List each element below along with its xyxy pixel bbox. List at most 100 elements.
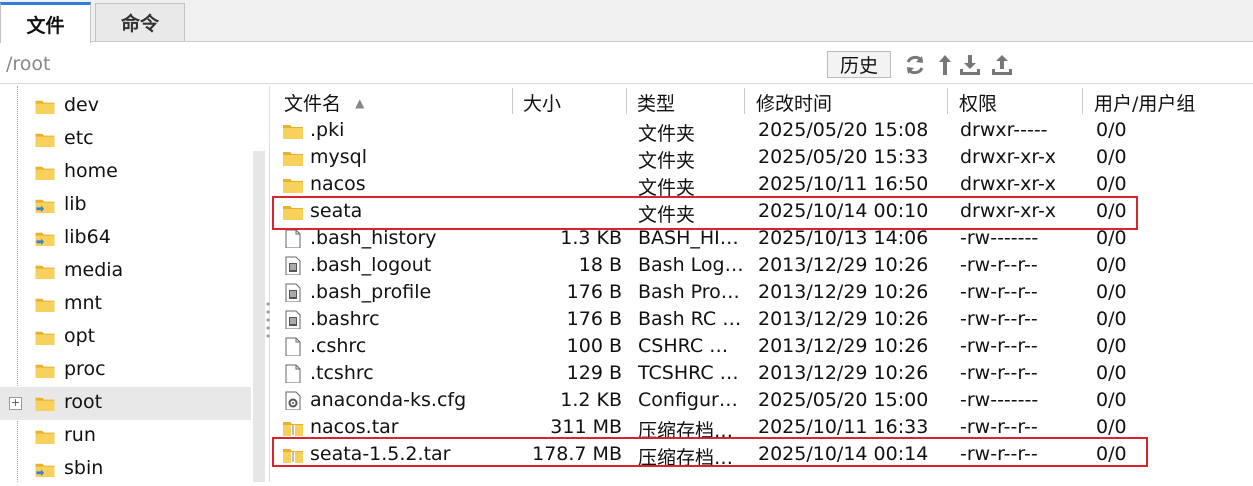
file-row[interactable]: .bashrc 176 B Bash RC … 2013/12/29 10:26 -rw… (274, 306, 1253, 333)
column-header-modified[interactable]: 修改时间 (756, 89, 832, 117)
file-row[interactable]: .tcshrc 129 B TCSHRC … 2013/12/29 10:26 -rw-… (274, 360, 1253, 387)
tree-item-label: opt (64, 325, 96, 347)
expand-icon[interactable]: + (9, 397, 22, 410)
highlight-box-seata-tar (272, 437, 1148, 467)
folder-icon (35, 397, 55, 412)
up-directory-icon[interactable] (933, 53, 957, 77)
cell-modified: 2025/05/20 15:08 (758, 119, 929, 141)
column-header-permissions[interactable]: 权限 (959, 89, 997, 117)
cell-type: TCSHRC … (638, 362, 739, 384)
file-row[interactable]: mysql 文件夹 2025/05/20 15:33 drwxr-xr-x 0/0 (274, 144, 1253, 172)
file-row[interactable]: anaconda-ks.cfg 1.2 KB Configur… 2025/05/20… (274, 387, 1253, 414)
download-icon[interactable] (958, 53, 982, 77)
cell-name: mysql (310, 146, 367, 168)
history-button[interactable]: 历史 (827, 51, 891, 78)
cell-permissions: drwxr-xr-x (960, 173, 1057, 195)
file-row[interactable]: nacos 文件夹 2025/10/11 16:50 drwxr-xr-x 0/0 (274, 171, 1253, 199)
cell-owner: 0/0 (1096, 119, 1127, 141)
file-row[interactable]: .bash_profile 176 B Bash Pro… 2013/12/29 10… (274, 279, 1253, 306)
cell-modified: 2013/12/29 10:26 (758, 335, 929, 357)
tree-scrollbar[interactable] (253, 151, 265, 482)
column-separator[interactable] (1082, 88, 1083, 114)
cell-permissions: drwxr----- (960, 119, 1048, 141)
cell-permissions: drwxr-xr-x (960, 146, 1057, 168)
cell-size: 100 B (566, 335, 622, 357)
tree-item-root[interactable]: + root (0, 387, 251, 420)
tree-item-etc[interactable]: etc (0, 123, 251, 156)
tree-item-dev[interactable]: dev (0, 90, 251, 123)
tree-item-lib64[interactable]: lib64 (0, 222, 251, 255)
tree-item-home[interactable]: home (0, 156, 251, 189)
tree-item-media[interactable]: media (0, 255, 251, 288)
file-icon (285, 364, 301, 383)
tab-bar: 文件 命令 (0, 0, 1253, 43)
column-header-size[interactable]: 大小 (523, 89, 561, 117)
cell-name: .cshrc (310, 335, 367, 357)
cell-size: 176 B (566, 281, 622, 303)
cell-owner: 0/0 (1096, 227, 1127, 249)
column-separator[interactable] (512, 88, 513, 114)
folder-icon (35, 364, 55, 379)
cell-type: BASH_HI… (638, 227, 739, 249)
cell-owner: 0/0 (1096, 281, 1127, 303)
tree-item-sbin[interactable]: sbin (0, 453, 251, 486)
tree-item-lib[interactable]: lib (0, 189, 251, 222)
current-path[interactable]: /root (6, 53, 51, 75)
tree-item-label: sbin (64, 457, 104, 479)
folder-icon (283, 179, 303, 193)
folder-icon (283, 125, 303, 139)
cell-owner: 0/0 (1096, 416, 1127, 438)
config-file-icon (285, 391, 301, 410)
cell-owner: 0/0 (1096, 308, 1127, 330)
cell-type: CSHRC … (638, 335, 729, 357)
tree-item-label: etc (64, 127, 94, 149)
cell-modified: 2025/10/13 14:06 (758, 227, 929, 249)
cell-owner: 0/0 (1096, 389, 1127, 411)
folder-icon (35, 133, 55, 148)
cell-owner: 0/0 (1096, 362, 1127, 384)
cell-size: 176 B (566, 308, 622, 330)
path-bar: /root 历史 (0, 43, 1253, 84)
file-row[interactable]: .bash_logout 18 B Bash Log… 2013/12/29 10:2… (274, 252, 1253, 279)
tree-item-label: home (64, 160, 118, 182)
file-list-header: 文件名 ▲ 大小 类型 修改时间 权限 用户/用户组 (274, 86, 1253, 117)
tab-files[interactable]: 文件 (0, 2, 91, 43)
splitter-grip-icon[interactable] (266, 300, 270, 340)
cell-modified: 2025/05/20 15:00 (758, 389, 929, 411)
directory-tree: dev etc home lib lib64 media mnt opt proc + root ru… (0, 86, 270, 482)
upload-icon[interactable] (990, 53, 1014, 77)
cell-permissions: -rw-r--r-- (960, 308, 1038, 330)
file-row[interactable]: .cshrc 100 B CSHRC … 2013/12/29 10:26 -rw-r-… (274, 333, 1253, 360)
cell-modified: 2025/10/11 16:33 (758, 416, 929, 438)
cell-size: 311 MB (550, 416, 622, 438)
column-separator[interactable] (626, 88, 627, 114)
cell-permissions: -rw-r--r-- (960, 254, 1038, 276)
tree-item-mnt[interactable]: mnt (0, 288, 251, 321)
cell-modified: 2013/12/29 10:26 (758, 362, 929, 384)
file-icon (285, 337, 301, 356)
cell-name: nacos (310, 173, 366, 195)
folder-icon (35, 298, 55, 313)
cell-name: .pki (310, 119, 345, 141)
folder-link-icon (35, 232, 55, 247)
file-row[interactable]: .pki 文件夹 2025/05/20 15:08 drwxr----- 0/0 (274, 117, 1253, 145)
tab-commands[interactable]: 命令 (95, 3, 185, 41)
cell-modified: 2025/05/20 15:33 (758, 146, 929, 168)
folder-icon (35, 100, 55, 115)
tree-item-opt[interactable]: opt (0, 321, 251, 354)
cell-size: 1.3 KB (560, 227, 622, 249)
tree-item-label: mnt (64, 292, 102, 314)
column-header-owner[interactable]: 用户/用户组 (1094, 89, 1195, 117)
column-separator[interactable] (744, 88, 745, 114)
column-header-type[interactable]: 类型 (637, 89, 675, 117)
folder-icon (35, 265, 55, 280)
tree-item-proc[interactable]: proc (0, 354, 251, 387)
column-header-name[interactable]: 文件名 ▲ (284, 89, 364, 117)
column-separator[interactable] (947, 88, 948, 114)
cell-name: .tcshrc (310, 362, 374, 384)
cell-name: .bash_logout (310, 254, 432, 276)
cell-owner: 0/0 (1096, 173, 1127, 195)
tree-item-run[interactable]: run (0, 420, 251, 453)
cell-type: 文件夹 (638, 123, 696, 145)
refresh-icon[interactable] (903, 53, 927, 77)
